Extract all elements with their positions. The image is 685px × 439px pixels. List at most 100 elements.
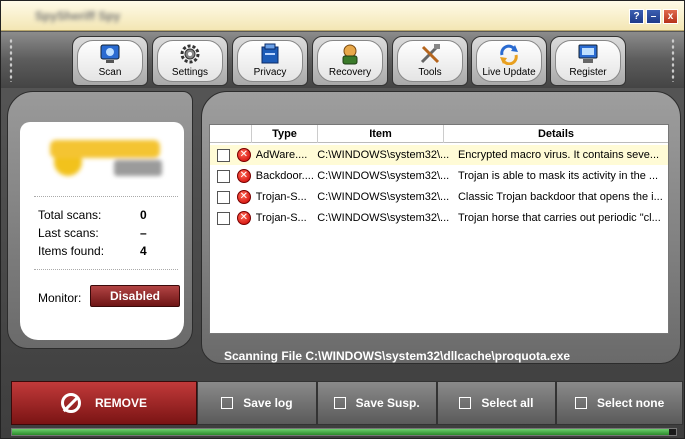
prohibited-icon [61, 393, 82, 413]
tab-tools[interactable]: Tools [392, 36, 468, 86]
stats-divider-bottom [34, 269, 178, 270]
scan-icon [100, 44, 120, 63]
close-button[interactable]: x [663, 9, 678, 24]
last-scans-label: Last scans: [38, 226, 99, 240]
select-none-icon [574, 397, 587, 409]
row-type: Trojan-S... [255, 212, 307, 224]
privacy-icon [261, 43, 279, 64]
tools-icon [420, 44, 440, 64]
remove-button[interactable]: REMOVE [11, 381, 198, 425]
tab-privacy-face: Privacy [237, 40, 303, 82]
register-icon [578, 44, 598, 63]
floppy-icon [221, 397, 234, 409]
save-log-label: Save log [243, 396, 293, 410]
tab-settings-face: Settings [157, 40, 223, 82]
row-checkbox[interactable] [217, 169, 230, 183]
stats-card: Total scans: 0 Last scans: – Items found… [20, 122, 184, 340]
logo-image [50, 140, 162, 176]
tab-scan-label: Scan [98, 67, 122, 78]
row-type: Backdoor.... [255, 170, 314, 182]
stats-divider-top [34, 196, 178, 197]
title-bar[interactable]: SpySheriff Spy ? – x [1, 1, 684, 31]
column-header-type[interactable]: Type [252, 125, 318, 143]
row-checkbox[interactable] [217, 190, 230, 204]
results-list[interactable]: Type Item Details ✕ AdWare.... C:\WINDOW… [209, 124, 669, 334]
row-details: Classic Trojan backdoor that opens the i… [457, 191, 663, 203]
tab-register-face: Register [555, 40, 621, 82]
row-type: Trojan-S... [255, 191, 307, 203]
items-found-label: Items found: [38, 244, 105, 258]
threat-icon: ✕ [236, 148, 251, 162]
table-row[interactable]: ✕ AdWare.... C:\WINDOWS\system32\... Enc… [210, 145, 668, 165]
window-title: SpySheriff Spy [35, 9, 121, 23]
tab-register-label: Register [569, 67, 607, 78]
tab-recovery-face: Recovery [317, 40, 383, 82]
monitor-label: Monitor: [38, 291, 82, 305]
row-item: C:\WINDOWS\system32\... [317, 212, 450, 224]
minimize-button[interactable]: – [646, 9, 661, 24]
remove-button-label: REMOVE [95, 396, 148, 410]
tab-recovery-label: Recovery [328, 67, 372, 78]
row-checkbox[interactable] [217, 148, 230, 162]
row-type: AdWare.... [255, 149, 308, 161]
save-log-button[interactable]: Save log [197, 381, 317, 425]
save-susp-label: Save Susp. [355, 396, 420, 410]
tab-register[interactable]: Register [550, 36, 626, 86]
threat-icon: ✕ [236, 211, 251, 225]
header-spacer [210, 125, 252, 143]
tab-settings[interactable]: Settings [152, 36, 228, 86]
table-row[interactable]: ✕ Trojan-S... C:\WINDOWS\system32\... Cl… [210, 187, 668, 207]
tab-privacy[interactable]: Privacy [232, 36, 308, 86]
select-all-label: Select all [481, 396, 534, 410]
threat-icon: ✕ [236, 190, 251, 204]
update-icon [500, 44, 518, 65]
select-all-icon [459, 397, 472, 409]
row-details: Trojan is able to mask its activity in t… [457, 170, 659, 182]
gear-icon [180, 44, 200, 64]
row-item: C:\WINDOWS\system32\... [317, 170, 450, 182]
row-item: C:\WINDOWS\system32\... [317, 191, 450, 203]
stats-panel: Total scans: 0 Last scans: – Items found… [7, 91, 193, 349]
last-scans-value: – [140, 226, 147, 240]
tab-privacy-label: Privacy [253, 67, 287, 78]
save-susp-button[interactable]: Save Susp. [316, 381, 437, 425]
column-header-details[interactable]: Details [444, 125, 668, 143]
row-details: Trojan horse that carries out periodic "… [457, 212, 661, 224]
tab-scan[interactable]: Scan [72, 36, 148, 86]
main-toolbar: Scan Settings Privacy Recovery Tools Liv… [1, 32, 684, 88]
select-none-label: Select none [596, 396, 665, 410]
export-icon [333, 397, 346, 409]
select-all-button[interactable]: Select all [436, 381, 557, 425]
total-scans-value: 0 [140, 208, 147, 222]
help-button[interactable]: ? [629, 9, 644, 24]
scan-progress-fill [12, 429, 670, 435]
toolbar-grip-right [671, 38, 675, 82]
tab-live-update-label: Live Update [482, 67, 536, 78]
table-row[interactable]: ✕ Backdoor.... C:\WINDOWS\system32\... T… [210, 166, 668, 186]
table-row[interactable]: ✕ Trojan-S... C:\WINDOWS\system32\... Tr… [210, 208, 668, 228]
results-header: Type Item Details [210, 125, 668, 143]
results-panel: Type Item Details ✕ AdWare.... C:\WINDOW… [201, 91, 681, 364]
row-checkbox[interactable] [217, 211, 230, 225]
threat-icon: ✕ [236, 169, 251, 183]
scan-status-text: Scanning File C:\WINDOWS\system32\dllcac… [224, 349, 571, 363]
tab-live-update[interactable]: Live Update [471, 36, 547, 86]
tab-live-update-face: Live Update [476, 40, 542, 82]
product-logo [40, 132, 180, 182]
tab-settings-label: Settings [171, 67, 209, 78]
tab-tools-face: Tools [397, 40, 463, 82]
row-details: Encrypted macro virus. It contains seve.… [457, 149, 660, 161]
tab-recovery[interactable]: Recovery [312, 36, 388, 86]
monitor-toggle-button[interactable]: Disabled [90, 285, 180, 307]
select-none-button[interactable]: Select none [556, 381, 683, 425]
tab-tools-label: Tools [418, 67, 442, 78]
row-item: C:\WINDOWS\system32\... [317, 149, 450, 161]
column-header-item[interactable]: Item [318, 125, 444, 143]
toolbar-grip-left [9, 38, 13, 82]
scan-progress-bar [11, 428, 677, 436]
total-scans-label: Total scans: [38, 208, 102, 222]
action-bar: REMOVE Save log Save Susp. Select all Se… [11, 381, 683, 425]
tab-scan-face: Scan [77, 40, 143, 82]
app-window: SpySheriff Spy ? – x Scan Settings Priva… [0, 0, 685, 439]
items-found-value: 4 [140, 244, 147, 258]
